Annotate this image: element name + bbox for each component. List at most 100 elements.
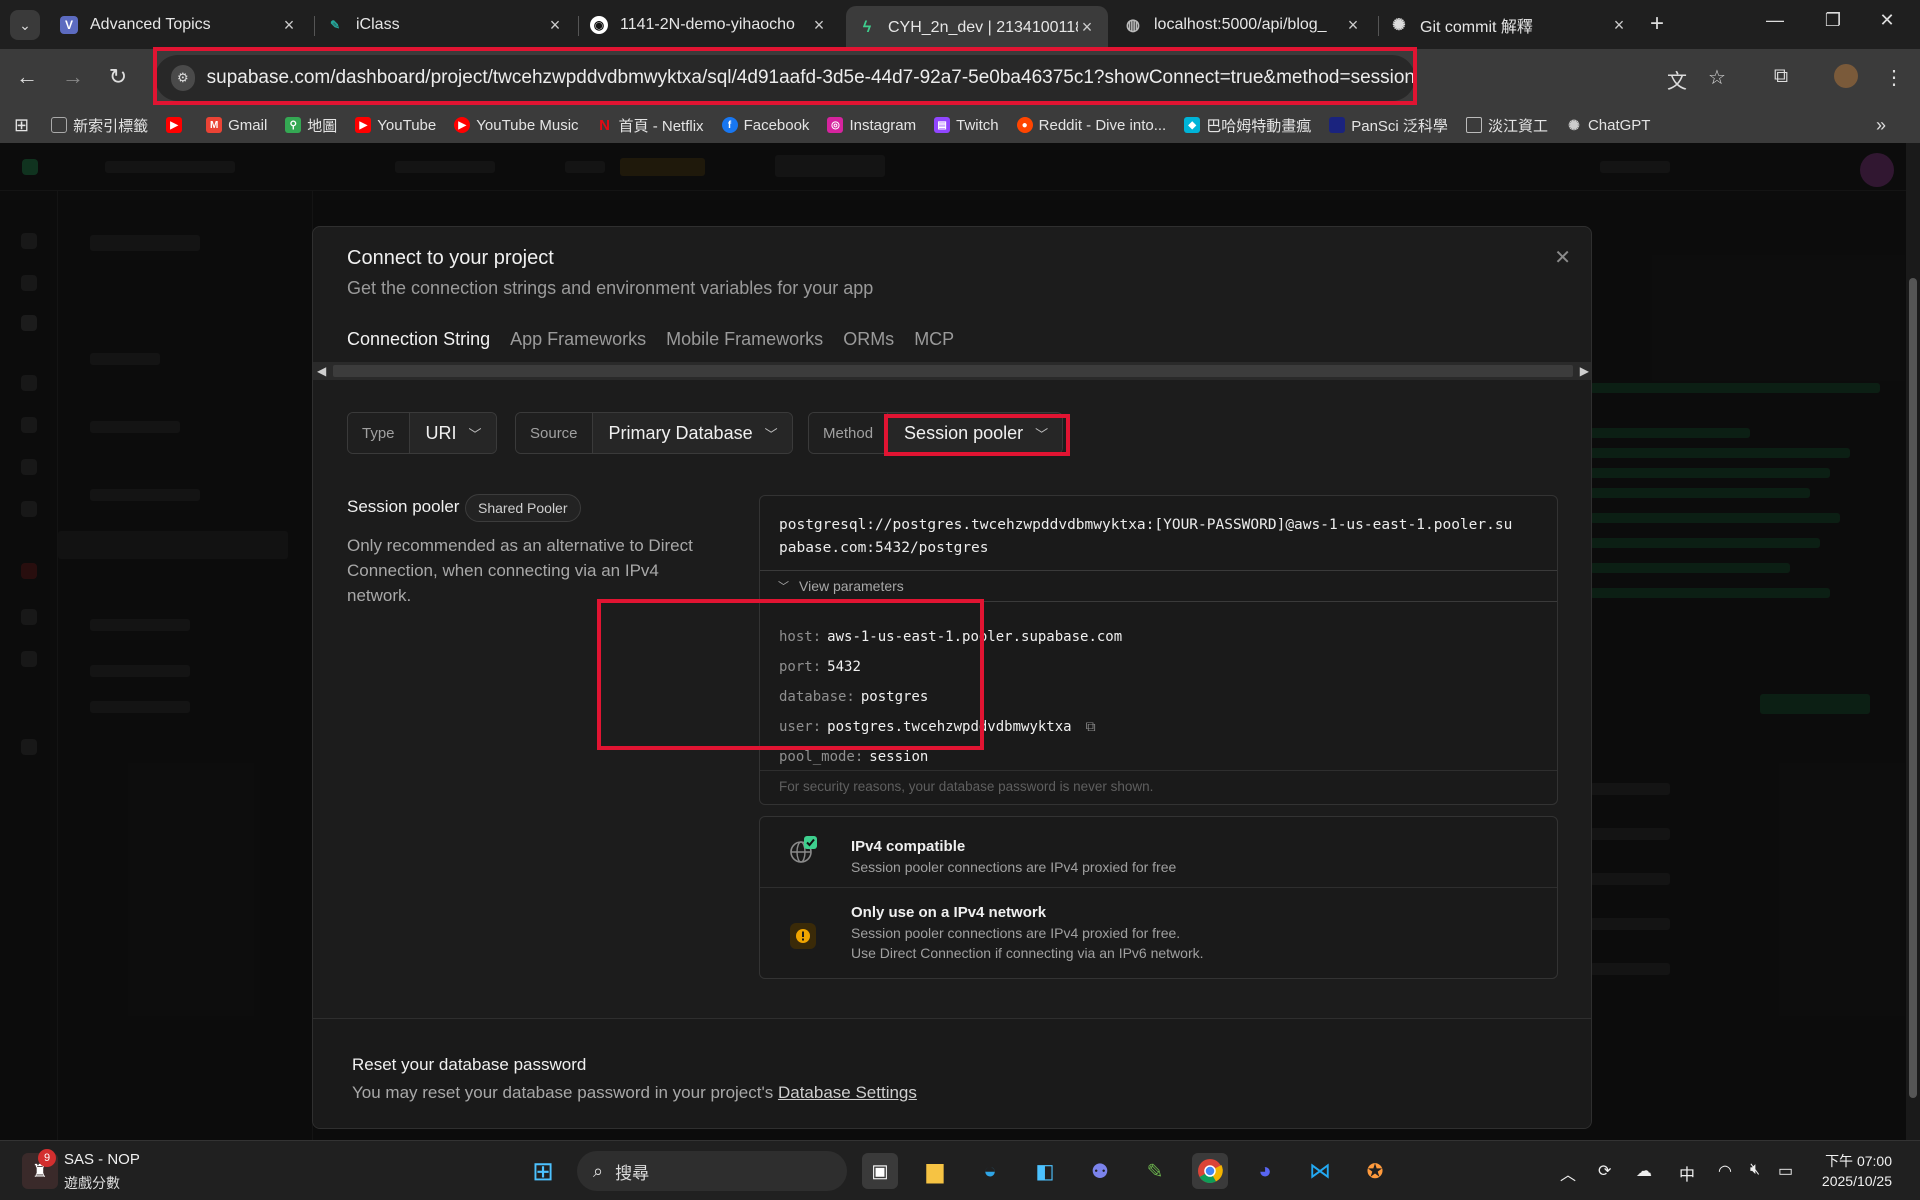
- browser-tab[interactable]: ◍ localhost:5000/api/blog_ ×: [1112, 7, 1374, 43]
- apps-icon[interactable]: ⊞: [14, 115, 29, 136]
- battery-icon[interactable]: ▭: [1778, 1161, 1793, 1181]
- security-note: For security reasons, your database pass…: [779, 779, 1154, 794]
- section-description: Only recommended as an alternative to Di…: [347, 536, 693, 605]
- database-settings-link[interactable]: Database Settings: [778, 1083, 917, 1102]
- wifi-icon[interactable]: ◠: [1718, 1161, 1732, 1181]
- browser-tab[interactable]: ✺ Git commit 解釋 ×: [1378, 7, 1640, 43]
- youtube-icon: ▶: [166, 117, 183, 133]
- view-parameters-toggle[interactable]: ﹀ View parameters: [760, 570, 1557, 602]
- sync-icon[interactable]: ⟳: [1598, 1161, 1611, 1181]
- type-select[interactable]: Type URI ﹀: [347, 412, 497, 454]
- extensions-icon[interactable]: ⧉: [1767, 65, 1795, 88]
- teams-icon[interactable]: ⚉: [1082, 1153, 1118, 1189]
- bookmark-item[interactable]: N 首頁 - Netflix: [597, 115, 703, 136]
- scroll-right-icon[interactable]: ▶: [1580, 364, 1589, 378]
- bookmark-item[interactable]: ● Reddit - Dive into...: [1016, 117, 1166, 134]
- menu-icon[interactable]: ⋮: [1880, 65, 1908, 90]
- discord-icon[interactable]: ◕: [1247, 1153, 1283, 1189]
- vscode-icon[interactable]: ⋈: [1302, 1153, 1338, 1189]
- chatgpt-icon: ✺: [1568, 116, 1580, 133]
- browser-tab[interactable]: ◉ 1141-2N-demo-yihaocho ×: [578, 7, 840, 43]
- scroll-left-icon[interactable]: ◀: [317, 364, 326, 378]
- widget-title[interactable]: SAS - NOP: [64, 1151, 140, 1168]
- browser-tab[interactable]: V Advanced Topics ×: [48, 7, 310, 43]
- dialog-title: Connect to your project: [347, 247, 554, 269]
- translate-icon[interactable]: 文: [1663, 65, 1691, 94]
- taskbar-search[interactable]: ⌕ 搜尋: [577, 1151, 847, 1191]
- connection-uri[interactable]: postgresql://postgres.twcehzwpddvdbmwykt…: [779, 514, 1519, 560]
- task-view-icon[interactable]: ▣: [862, 1153, 898, 1189]
- maps-icon: ⚲: [285, 117, 302, 133]
- bookmark-item[interactable]: ▶: [166, 117, 188, 133]
- profile-avatar[interactable]: [1834, 64, 1858, 88]
- bookmark-item[interactable]: ◎ Instagram: [827, 117, 916, 134]
- chrome-icon[interactable]: [1192, 1153, 1228, 1189]
- more-bookmarks-icon[interactable]: »: [1876, 115, 1886, 136]
- bookmark-item[interactable]: 淡江資工: [1465, 115, 1548, 136]
- bookmark-item[interactable]: ▶ YouTube: [355, 117, 436, 134]
- bookmark-item[interactable]: 新索引標籤: [51, 115, 148, 136]
- gmail-icon: M: [206, 117, 223, 133]
- close-icon[interactable]: ✕: [1554, 245, 1571, 270]
- ipv4-compatible-row: IPv4 compatible Session pooler connectio…: [760, 817, 1557, 887]
- windows-taskbar: ♜ 9 SAS - NOP 遊戲分數 ⊞ ⌕ 搜尋 ▣ ▆ ◒ ◧ ⚉ ✎ ◕ …: [0, 1140, 1920, 1200]
- back-icon[interactable]: ←: [12, 64, 42, 90]
- app-icon[interactable]: ✪: [1357, 1153, 1393, 1189]
- tab-search-icon[interactable]: ⌄: [10, 10, 40, 40]
- bookmark-item[interactable]: ▤ Twitch: [934, 117, 999, 134]
- chatgpt-icon: ✺: [1392, 17, 1406, 34]
- minimize-icon[interactable]: —: [1760, 10, 1790, 31]
- bookmark-item[interactable]: M Gmail: [206, 117, 267, 134]
- chevron-down-icon: ﹀: [778, 581, 789, 593]
- method-select[interactable]: Method Session pooler ﹀: [808, 412, 1064, 454]
- windows-start-icon[interactable]: ⊞: [525, 1153, 561, 1189]
- reload-icon[interactable]: ↻: [103, 64, 133, 90]
- bookmark-item[interactable]: PanSci 泛科學: [1329, 115, 1448, 136]
- close-icon[interactable]: ×: [546, 15, 564, 36]
- tab-mcp[interactable]: MCP: [914, 329, 954, 364]
- bookmark-item[interactable]: ⚲ 地圖: [285, 115, 337, 136]
- notepad-icon[interactable]: ✎: [1137, 1153, 1173, 1189]
- close-icon[interactable]: ×: [1078, 17, 1096, 38]
- ime-indicator[interactable]: 中: [1679, 1161, 1695, 1185]
- page-scrollbar[interactable]: [1906, 143, 1920, 1140]
- twitch-icon: ▤: [934, 117, 951, 133]
- tab-title: Git commit 解釋: [1420, 19, 1533, 36]
- browser-tab[interactable]: ✎ iClass ×: [314, 7, 576, 43]
- copy-icon[interactable]: ⧉: [1086, 719, 1096, 735]
- tab-connection-string[interactable]: Connection String: [347, 329, 491, 364]
- bookmark-item[interactable]: f Facebook: [721, 117, 809, 134]
- bookmark-item[interactable]: ✺ ChatGPT: [1566, 116, 1650, 134]
- tab-mobile-frameworks[interactable]: Mobile Frameworks: [666, 329, 823, 364]
- restore-icon[interactable]: ❐: [1818, 10, 1848, 31]
- browser-tab-active[interactable]: ϟ CYH_2n_dev | 2134100118 ×: [846, 6, 1108, 49]
- store-icon[interactable]: ◧: [1027, 1153, 1063, 1189]
- source-select[interactable]: Source Primary Database ﹀: [515, 412, 793, 454]
- tabs-scrollbar[interactable]: ◀ ▶: [313, 362, 1591, 380]
- tab-app-frameworks[interactable]: App Frameworks: [510, 329, 646, 364]
- tab-orms[interactable]: ORMs: [843, 329, 894, 364]
- system-clock[interactable]: 下午 07:00 2025/10/25: [1822, 1151, 1892, 1191]
- edge-icon[interactable]: ◒: [972, 1153, 1008, 1189]
- param-row: port: 5432: [779, 659, 861, 675]
- close-icon[interactable]: ×: [1610, 15, 1628, 36]
- bookmark-item[interactable]: ▶ YouTube Music: [454, 117, 579, 134]
- iclass-icon: ✎: [329, 18, 341, 32]
- close-window-icon[interactable]: ✕: [1872, 10, 1902, 31]
- dialog-subtitle: Get the connection strings and environme…: [347, 278, 874, 298]
- forward-icon[interactable]: →: [58, 64, 88, 90]
- close-icon[interactable]: ×: [1344, 15, 1362, 36]
- bookmark-star-icon[interactable]: ☆: [1703, 65, 1731, 90]
- address-bar[interactable]: ⚙ supabase.com/dashboard/project/twcehzw…: [155, 55, 1415, 101]
- url-text[interactable]: supabase.com/dashboard/project/twcehzwpd…: [207, 67, 1415, 89]
- file-explorer-icon[interactable]: ▆: [917, 1153, 953, 1189]
- new-tab-button[interactable]: +: [1650, 10, 1664, 38]
- close-icon[interactable]: ×: [280, 15, 298, 36]
- network-info-box: IPv4 compatible Session pooler connectio…: [759, 816, 1558, 979]
- cloud-icon[interactable]: ☁: [1636, 1161, 1652, 1181]
- site-info-icon[interactable]: ⚙: [171, 65, 195, 91]
- close-icon[interactable]: ×: [810, 15, 828, 36]
- volume-muted-icon[interactable]: 🔇︎: [1750, 1161, 1760, 1179]
- bookmark-item[interactable]: ◆ 巴哈姆特動畫瘋: [1184, 115, 1311, 136]
- show-hidden-icons[interactable]: ︿: [1560, 1161, 1576, 1185]
